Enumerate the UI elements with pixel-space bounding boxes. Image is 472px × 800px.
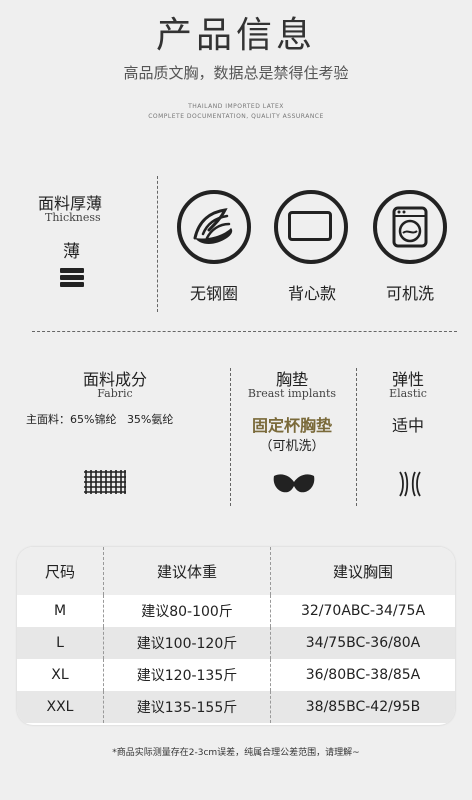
divider (356, 368, 357, 506)
tagline-1: THAILAND IMPORTED LATEX (188, 103, 284, 110)
cell-size: L (17, 627, 104, 659)
elastic-icon (397, 470, 423, 502)
page-subtitle: 高品质文胸，数据总是禁得住考验 (123, 64, 349, 82)
washing-machine-icon (373, 190, 447, 264)
thickness-value: 薄 (63, 242, 80, 262)
footnote: *商品实际测量存在2-3cm误差，纯属合理公差范围，请理解~ (112, 748, 360, 758)
thickness-label-en: Thickness (45, 211, 101, 224)
feature-label-vest: 背心款 (287, 284, 336, 303)
cell-size: XL (17, 659, 104, 691)
cell-size: M (17, 595, 104, 627)
page-title: 产品信息 (155, 15, 316, 56)
mesh-fabric-icon (84, 470, 126, 498)
pad-value: 固定杯胸垫 (251, 416, 332, 435)
table-header-row: 尺码 建议体重 建议胸围 (17, 547, 455, 595)
fabric-label-en: Fabric (97, 387, 133, 400)
no-underwire-icon (177, 190, 251, 264)
cell-bust: 36/80BC-38/85A (305, 667, 421, 683)
thin-layers-icon (60, 268, 84, 287)
divider (230, 368, 231, 506)
fabric-composition: 主面料：65%锦纶 35%氨纶 (26, 413, 174, 426)
feature-label-washable: 可机洗 (385, 284, 434, 303)
feature-label-no-underwire: 无钢圈 (189, 284, 238, 303)
tagline-2: COMPLETE DOCUMENTATION, QUALITY ASSURANC… (148, 113, 324, 120)
cell-size: XXL (17, 691, 104, 723)
pad-note: （可机洗） (259, 439, 325, 454)
cell-weight: 建议135-155斤 (103, 691, 271, 723)
elastic-label-en: Elastic (389, 387, 427, 400)
elastic-value: 适中 (391, 416, 424, 435)
table-row: XL 建议120-135斤 36/80BC-38/85A (17, 659, 455, 691)
bra-cup-icon (272, 472, 316, 500)
header-bust: 建议胸围 (270, 547, 455, 595)
table-row: M 建议80-100斤 32/70ABC-34/75A (17, 595, 455, 627)
table-row: L 建议100-120斤 34/75BC-36/80A (17, 627, 455, 659)
cell-weight: 建议120-135斤 (103, 659, 271, 691)
cell-weight: 建议80-100斤 (103, 595, 271, 627)
vest-style-icon (274, 190, 348, 264)
cell-weight: 建议100-120斤 (103, 627, 271, 659)
cell-bust: 32/70ABC-34/75A (300, 603, 426, 619)
cell-bust: 38/85BC-42/95B (270, 691, 455, 723)
size-table: 尺码 建议体重 建议胸围 M 建议80-100斤 32/70ABC-34/75A… (17, 547, 455, 725)
pad-label-en: Breast implants (247, 387, 337, 400)
section-divider (32, 331, 457, 332)
cell-bust: 34/75BC-36/80A (270, 627, 455, 659)
header-size: 尺码 (17, 547, 104, 595)
divider (157, 176, 158, 312)
header-weight: 建议体重 (103, 547, 271, 595)
table-row: XXL 建议135-155斤 38/85BC-42/95B (17, 691, 455, 723)
